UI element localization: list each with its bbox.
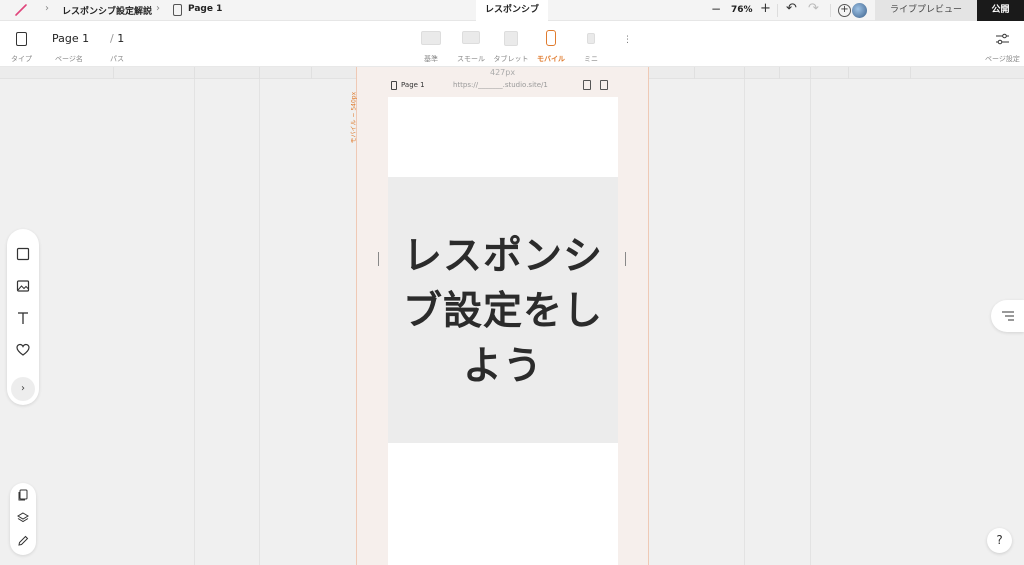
text-icon[interactable]	[16, 311, 30, 325]
ruler-tick	[311, 67, 312, 79]
device-label: ミニ	[584, 55, 598, 63]
ruler-tick	[194, 67, 195, 79]
canvas[interactable]: 427px モバイル ~ 540px Page 1 https://______…	[0, 67, 1024, 565]
heart-icon[interactable]	[16, 343, 30, 357]
divider	[777, 4, 778, 17]
zoom-in-button[interactable]: +	[760, 1, 771, 16]
breakpoint-guide	[744, 79, 745, 565]
pen-icon[interactable]	[17, 535, 29, 547]
add-element-toolbar: ›	[7, 229, 39, 405]
ruler-tick	[744, 67, 745, 79]
ruler-tick	[694, 67, 695, 79]
breakpoint-vertical-label: モバイル ~ 540px	[350, 91, 358, 144]
mobile-icon	[546, 30, 556, 46]
device-label: 基準	[424, 55, 438, 63]
breadcrumb-page[interactable]: Page 1	[188, 4, 222, 14]
page-label[interactable]: Page 1	[401, 81, 425, 89]
path-label: パス	[110, 55, 124, 63]
canvas-width-label: 427px	[490, 68, 516, 77]
path-field[interactable]: / 1	[110, 32, 124, 45]
desktop-icon	[421, 31, 441, 45]
resize-handle-right[interactable]	[625, 252, 626, 266]
page-type-icon[interactable]	[16, 32, 27, 46]
ruler-tick	[259, 67, 260, 79]
tab-responsive[interactable]: レスポンシブ	[476, 0, 548, 21]
mini-icon	[587, 33, 595, 44]
ruler-tick	[848, 67, 849, 79]
zoom-level[interactable]: 76%	[731, 5, 753, 15]
page-name-label: ページ名	[55, 55, 83, 63]
device-label: スモール	[457, 55, 485, 63]
page-header-bar: Page 1 https://_______.studio.site/1	[388, 80, 618, 94]
duplicate-page-icon[interactable]	[583, 80, 591, 90]
resize-handle-left[interactable]	[378, 252, 379, 266]
ruler-tick	[779, 67, 780, 79]
page-name-field[interactable]: Page 1	[52, 32, 89, 45]
breadcrumb-separator-icon: ›	[156, 3, 160, 14]
image-icon[interactable]	[16, 279, 30, 293]
breakpoint-guide	[194, 79, 195, 565]
ruler-tick	[810, 67, 811, 79]
page-toolbar: タイプ Page 1 ページ名 / 1 パス 基準 スモール タブレット モバイ…	[0, 21, 1024, 67]
page-url[interactable]: https://_______.studio.site/1	[453, 81, 548, 89]
ruler-tick	[113, 67, 114, 79]
side-panel-toolbar	[10, 483, 36, 555]
more-options-icon[interactable]: ⋮	[623, 36, 632, 45]
expand-toolbar-button[interactable]: ›	[11, 377, 35, 401]
page-settings-label: ページ設定	[985, 55, 1020, 63]
breadcrumb-separator-icon: ›	[45, 3, 49, 14]
type-label: タイプ	[11, 55, 32, 63]
zoom-out-button[interactable]: −	[711, 2, 721, 16]
path-slash: /	[110, 32, 114, 45]
ruler-tick	[910, 67, 911, 79]
breakpoint-guide	[259, 79, 260, 565]
tablet-icon	[504, 31, 518, 46]
live-preview-button[interactable]: ライブプレビュー	[875, 0, 977, 21]
box-icon[interactable]	[16, 247, 30, 261]
device-label: モバイル	[537, 55, 565, 63]
add-collaborator-button[interactable]: +	[838, 4, 851, 17]
redo-icon[interactable]: ↷	[808, 1, 819, 16]
hero-heading[interactable]: レスポンシブ設定をしよう	[396, 229, 610, 394]
outline-panel-button[interactable]	[991, 300, 1024, 332]
path-value: 1	[117, 32, 125, 45]
divider	[830, 4, 831, 17]
laptop-icon	[462, 31, 480, 44]
hero-section[interactable]: レスポンシブ設定をしよう	[388, 177, 618, 443]
add-page-icon[interactable]	[600, 80, 608, 90]
page-icon	[391, 81, 397, 90]
studio-logo-icon[interactable]	[14, 3, 28, 17]
breakpoint-guide	[810, 79, 811, 565]
avatar[interactable]	[852, 3, 867, 18]
breadcrumb-project[interactable]: レスポンシブ設定解説	[62, 4, 152, 17]
device-label: タブレット	[493, 55, 529, 63]
page-settings-icon[interactable]	[996, 33, 1009, 45]
publish-button[interactable]: 公開	[977, 0, 1024, 21]
page-icon	[173, 4, 182, 16]
list-icon	[1002, 311, 1014, 321]
help-button[interactable]: ?	[987, 528, 1012, 553]
pages-icon[interactable]	[17, 489, 29, 501]
top-bar: › レスポンシブ設定解説 › Page 1 レスポンシブ − 76% + ↶ ↷…	[0, 0, 1024, 21]
page-preview[interactable]: レスポンシブ設定をしよう	[388, 97, 618, 565]
layers-icon[interactable]	[17, 512, 29, 524]
undo-icon[interactable]: ↶	[786, 1, 797, 16]
